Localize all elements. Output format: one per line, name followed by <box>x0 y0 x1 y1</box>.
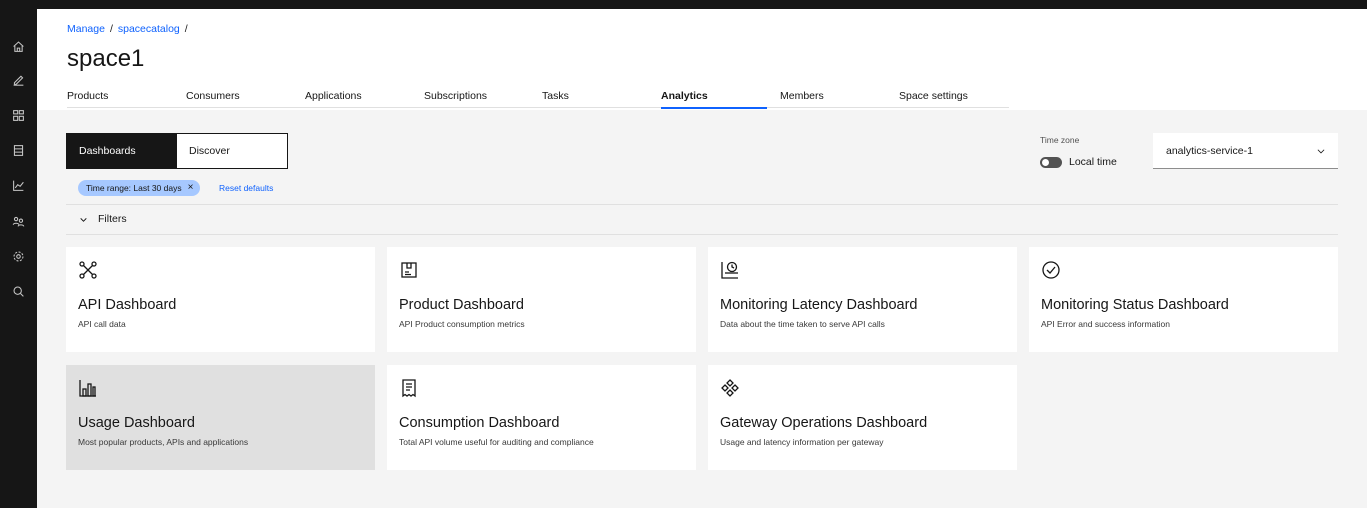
tab-members[interactable]: Members <box>767 89 899 109</box>
grid-icon[interactable] <box>11 108 26 123</box>
latency-icon <box>720 260 740 280</box>
card-description: Data about the time taken to serve API c… <box>720 319 885 329</box>
local-time-label: Local time <box>1069 156 1117 168</box>
breadcrumb-separator: / <box>184 23 188 35</box>
card-title: Gateway Operations Dashboard <box>720 415 928 431</box>
tab-bar: Products Consumers Applications Subscrip… <box>67 89 1009 110</box>
local-time-toggle[interactable] <box>1040 157 1062 168</box>
home-icon[interactable] <box>11 39 26 54</box>
close-icon[interactable]: × <box>188 183 194 193</box>
users-icon[interactable] <box>11 214 26 229</box>
select-value: analytics-service-1 <box>1166 144 1253 157</box>
card-description: Total API volume useful for auditing and… <box>399 437 594 447</box>
gateway-icon <box>720 378 740 398</box>
time-range-tag: Time range: Last 30 days × <box>78 180 201 196</box>
bar-chart-icon <box>78 378 98 398</box>
reset-defaults-link[interactable]: Reset defaults <box>219 183 273 193</box>
divider <box>66 234 1338 235</box>
filters-toggle[interactable]: Filters <box>79 213 127 225</box>
toggle-knob <box>1042 159 1049 166</box>
chevron-down-icon <box>1317 149 1325 154</box>
card-description: Most popular products, APIs and applicat… <box>78 437 249 447</box>
card-description: API call data <box>78 319 126 329</box>
tab-applications[interactable]: Applications <box>305 89 424 109</box>
card-title: Monitoring Status Dashboard <box>1041 297 1229 313</box>
tab-products[interactable]: Products <box>67 89 186 109</box>
analytics-service-select[interactable]: analytics-service-1 <box>1153 133 1338 169</box>
card-title: API Dashboard <box>78 297 177 313</box>
product-icon <box>399 260 419 280</box>
breadcrumb-manage[interactable]: Manage <box>67 23 105 35</box>
checkmark-icon <box>1041 260 1061 280</box>
card-description: API Error and success information <box>1041 319 1170 329</box>
chart-icon[interactable] <box>11 178 26 193</box>
main-content: Manage / spacecatalog / space1 Products … <box>37 9 1367 508</box>
receipt-icon <box>399 378 419 398</box>
discover-switch[interactable]: Discover <box>177 134 287 168</box>
tab-space-settings[interactable]: Space settings <box>899 89 1009 109</box>
timezone-label: Time zone <box>1040 135 1080 145</box>
tab-subscriptions[interactable]: Subscriptions <box>424 89 542 109</box>
card-description: API Product consumption metrics <box>399 319 525 329</box>
edit-icon[interactable] <box>11 72 26 87</box>
filters-label: Filters <box>98 213 127 225</box>
page-header: Manage / spacecatalog / space1 Products … <box>37 9 1367 110</box>
divider <box>66 204 1338 205</box>
api-dashboard-card[interactable]: API Dashboard API call data <box>66 247 375 352</box>
left-nav-rail <box>0 9 37 508</box>
product-dashboard-card[interactable]: Product Dashboard API Product consumptio… <box>387 247 696 352</box>
tab-analytics[interactable]: Analytics <box>661 89 767 109</box>
card-title: Usage Dashboard <box>78 415 195 431</box>
tab-consumers[interactable]: Consumers <box>186 89 305 109</box>
search-icon[interactable] <box>11 284 26 299</box>
tag-label: Time range: Last 30 days <box>86 183 182 193</box>
chevron-down-icon <box>80 217 87 222</box>
card-title: Monitoring Latency Dashboard <box>720 297 918 313</box>
view-switcher: Dashboards Discover <box>66 133 288 169</box>
monitoring-latency-dashboard-card[interactable]: Monitoring Latency Dashboard Data about … <box>708 247 1017 352</box>
consumption-dashboard-card[interactable]: Consumption Dashboard Total API volume u… <box>387 365 696 470</box>
card-description: Usage and latency information per gatewa… <box>720 437 884 447</box>
tab-tasks[interactable]: Tasks <box>542 89 661 109</box>
card-title: Consumption Dashboard <box>399 415 560 431</box>
monitoring-status-dashboard-card[interactable]: Monitoring Status Dashboard API Error an… <box>1029 247 1338 352</box>
gateway-operations-dashboard-card[interactable]: Gateway Operations Dashboard Usage and l… <box>708 365 1017 470</box>
document-icon[interactable] <box>11 143 26 158</box>
network-icon <box>78 260 98 280</box>
breadcrumb: Manage / spacecatalog / <box>67 23 188 35</box>
breadcrumb-separator: / <box>109 23 113 35</box>
usage-dashboard-card[interactable]: Usage Dashboard Most popular products, A… <box>66 365 375 470</box>
card-title: Product Dashboard <box>399 297 524 313</box>
page-title: space1 <box>67 45 145 72</box>
breadcrumb-spacecatalog[interactable]: spacecatalog <box>118 23 180 35</box>
dashboards-switch[interactable]: Dashboards <box>67 134 177 168</box>
top-bar <box>0 0 1367 9</box>
settings-icon[interactable] <box>11 249 26 264</box>
